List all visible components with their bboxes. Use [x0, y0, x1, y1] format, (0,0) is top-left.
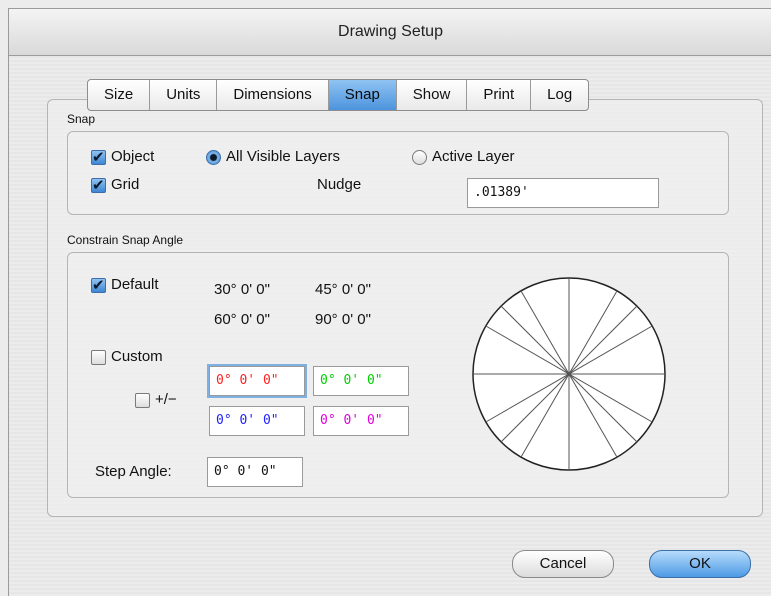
- tab-size[interactable]: Size: [88, 80, 151, 110]
- tab-print[interactable]: Print: [467, 80, 532, 110]
- custom-angle-field-green[interactable]: 0° 0' 0": [313, 366, 409, 396]
- default-label: Default: [111, 276, 159, 293]
- tab-log[interactable]: Log: [531, 80, 588, 110]
- step-angle-label: Step Angle:: [95, 463, 172, 480]
- all-visible-layers-radio[interactable]: [206, 150, 221, 165]
- cancel-button[interactable]: Cancel: [512, 550, 614, 578]
- object-label: Object: [111, 148, 155, 165]
- snap-angle-wheel: [472, 277, 666, 471]
- drawing-setup-dialog: Drawing Setup Size Units Dimensions Snap…: [8, 8, 771, 596]
- ok-button[interactable]: OK: [649, 550, 751, 578]
- grid-checkbox[interactable]: [91, 176, 106, 194]
- angle-90-text: 90° 0' 0": [315, 311, 371, 328]
- tab-units[interactable]: Units: [150, 80, 218, 110]
- custom-angle-field-magenta[interactable]: 0° 0' 0": [313, 406, 409, 436]
- nudge-field[interactable]: .01389': [467, 178, 659, 208]
- tab-bar: Size Units Dimensions Snap Show Print Lo…: [87, 79, 590, 111]
- active-layer-label: Active Layer: [432, 148, 515, 165]
- angle-30-text: 30° 0' 0": [214, 281, 270, 298]
- object-checkbox[interactable]: [91, 148, 106, 166]
- constrain-section-label: Constrain Snap Angle: [67, 233, 184, 247]
- custom-angle-field-red[interactable]: 0° 0' 0": [209, 366, 305, 396]
- step-angle-field[interactable]: 0° 0' 0": [207, 457, 303, 487]
- active-layer-radio[interactable]: [412, 150, 427, 165]
- nudge-label: Nudge: [317, 176, 362, 193]
- grid-label: Grid: [111, 176, 140, 193]
- angle-60-text: 60° 0' 0": [214, 311, 270, 328]
- custom-label: Custom: [111, 348, 163, 365]
- window-title: Drawing Setup: [9, 9, 771, 56]
- custom-checkbox[interactable]: [91, 350, 106, 365]
- tab-snap[interactable]: Snap: [328, 80, 397, 110]
- plusminus-checkbox[interactable]: [135, 393, 150, 408]
- all-visible-layers-label: All Visible Layers: [226, 148, 340, 165]
- angle-45-text: 45° 0' 0": [315, 281, 371, 298]
- plusminus-label: +/−: [155, 391, 177, 408]
- tab-dimensions[interactable]: Dimensions: [217, 80, 329, 110]
- snap-section-label: Snap: [67, 112, 96, 126]
- custom-angle-field-blue[interactable]: 0° 0' 0": [209, 406, 305, 436]
- default-checkbox[interactable]: [91, 276, 106, 294]
- tab-show[interactable]: Show: [397, 80, 468, 110]
